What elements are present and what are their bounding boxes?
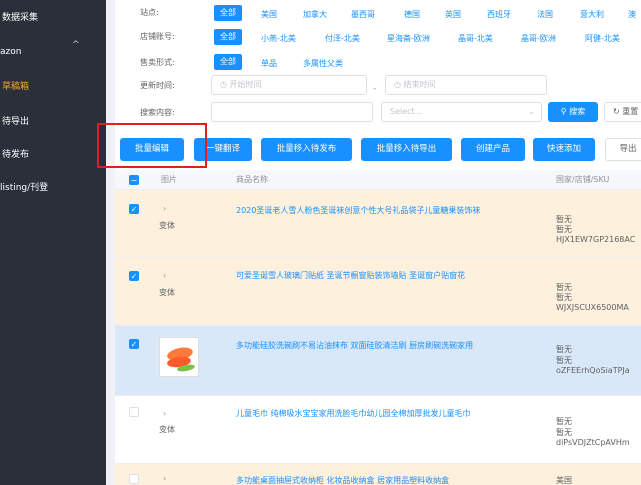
site-option[interactable]: 西班牙 — [487, 9, 511, 20]
store-option[interactable]: 小燕-北美 — [261, 33, 296, 44]
variant-label: 变体 — [159, 288, 175, 297]
site-all-tag[interactable]: 全部 — [214, 5, 242, 21]
create-product-button[interactable]: 创建产品 — [461, 138, 525, 161]
header-image: 图片 — [161, 175, 177, 184]
sale-form-option[interactable]: 单品 — [261, 58, 277, 69]
sidebar-item-data-collect[interactable]: 数据采集 — [2, 6, 38, 30]
site-option[interactable]: 德国 — [404, 9, 420, 20]
search-select-placeholder: Select... — [390, 107, 423, 116]
variant-label: 变体 — [159, 221, 175, 230]
product-name-link[interactable]: 2020圣诞老人雪人粉色圣诞袜创意个性大号礼品袋子儿童糖果装饰袜 — [236, 205, 480, 216]
site-option[interactable]: 英国 — [445, 9, 461, 20]
brush-image — [167, 347, 195, 372]
store-cell: 暂无 — [556, 428, 572, 437]
sku-cell: WJXJSCUX6500MA — [556, 303, 629, 312]
product-name-link[interactable]: 儿童毛巾 纯棉吸水宝宝家用洗脸毛巾幼儿园全棉加厚批发儿童毛巾 — [236, 408, 471, 419]
quick-add-button[interactable]: 快速添加 — [533, 138, 595, 161]
site-option[interactable]: 意大利 — [580, 9, 604, 20]
product-name-link[interactable]: 多功能桌面抽屉式收纳柜 化妆品收纳盒 居家用品塑料收纳盒 — [236, 475, 449, 485]
search-label: 搜索内容: — [140, 108, 175, 117]
chevron-right-icon[interactable]: › — [163, 409, 166, 418]
time-separator: - — [373, 84, 377, 94]
site-option[interactable]: 墨西哥 — [351, 9, 375, 20]
country-cell: 美国 — [556, 476, 572, 485]
chevron-up-icon[interactable]: ^ — [72, 40, 80, 50]
search-input[interactable] — [211, 102, 373, 122]
select-all-checkbox[interactable]: − — [129, 175, 139, 185]
sidebar-item-amazon[interactable]: azon — [0, 40, 21, 64]
product-name-link[interactable]: 多功能硅胶洗碗刷不易沾油抹布 双面硅胶清洁刷 厨房刷碗洗碗家用 — [236, 340, 473, 351]
store-label: 店铺账号: — [140, 32, 175, 41]
sale-form-option[interactable]: 多属性父类 — [303, 58, 343, 69]
table-row[interactable]: › 变体 儿童毛巾 纯棉吸水宝宝家用洗脸毛巾幼儿园全棉加厚批发儿童毛巾 暂无 暂… — [115, 396, 641, 464]
table-header: − 图片 商品名称 国家/店铺/SKU — [115, 170, 641, 190]
search-icon: ⚲ — [560, 107, 567, 116]
sku-cell: diPsVDJZtCpAVHm — [556, 438, 630, 447]
store-option[interactable]: 付泽-北美 — [325, 33, 360, 44]
refresh-icon: ↻ — [613, 107, 620, 116]
site-option[interactable]: 澳 — [628, 9, 636, 20]
content-gutter — [106, 0, 115, 485]
search-button-label: 搜索 — [569, 107, 586, 116]
chevron-right-icon[interactable]: › — [163, 204, 166, 213]
store-option[interactable]: 星海斋-欧洲 — [387, 33, 430, 44]
store-option[interactable]: 晶哥-北美 — [458, 33, 493, 44]
store-cell: 暂无 — [556, 293, 572, 302]
table-row[interactable]: ✓ 多功能硅胶洗碗刷不易沾油抹布 双面硅胶清洁刷 厨房刷碗洗碗家用 暂无 暂无 … — [115, 326, 641, 396]
batch-move-to-publish-button[interactable]: 批量移入待发布 — [261, 138, 352, 161]
product-thumbnail[interactable] — [159, 337, 199, 377]
sku-cell: oZFEErhQoSiaTPJa — [556, 366, 630, 375]
sidebar-item-pending-publish[interactable]: 待发布 — [2, 143, 29, 167]
highlight-box — [97, 123, 207, 168]
country-cell: 暂无 — [556, 417, 572, 426]
reset-button[interactable]: ↻ 重置 — [604, 102, 641, 122]
batch-move-to-export-button[interactable]: 批量移入待导出 — [361, 138, 452, 161]
table-row[interactable]: ✓ › 变体 2020圣诞老人雪人粉色圣诞袜创意个性大号礼品袋子儿童糖果装饰袜 … — [115, 190, 641, 258]
site-label: 站点: — [140, 8, 159, 17]
site-option[interactable]: 加拿大 — [303, 9, 327, 20]
store-cell: 暂无 — [556, 356, 572, 365]
variant-label: 变体 — [159, 425, 175, 434]
row-checkbox[interactable] — [129, 474, 139, 484]
end-time-placeholder: 结束时间 — [403, 80, 436, 89]
export-button[interactable]: 导出 — [605, 138, 641, 161]
store-cell: 暂无 — [556, 225, 572, 234]
chevron-right-icon[interactable]: › — [163, 271, 166, 280]
table-row[interactable]: › 多功能桌面抽屉式收纳柜 化妆品收纳盒 居家用品塑料收纳盒 美国 — [115, 464, 641, 485]
row-checkbox[interactable]: ✓ — [129, 339, 139, 349]
search-button[interactable]: ⚲ 搜索 — [548, 102, 598, 122]
site-option[interactable]: 美国 — [261, 9, 277, 20]
store-option[interactable]: 晶哥-欧洲 — [521, 33, 556, 44]
search-select[interactable]: Select... ⌄ — [381, 102, 542, 122]
sku-cell: HJX1EW7GP2168AC — [556, 235, 636, 244]
update-time-label: 更新时间: — [140, 81, 175, 90]
sale-form-all-tag[interactable]: 全部 — [214, 54, 242, 70]
sidebar-item-listing[interactable]: listing/刊登 — [0, 176, 48, 200]
country-cell: 暂无 — [556, 345, 572, 354]
sidebar-item-pending-export[interactable]: 待导出 — [2, 110, 29, 134]
reset-button-label: 重置 — [622, 107, 639, 116]
header-product-name: 商品名称 — [236, 175, 268, 184]
row-checkbox[interactable]: ✓ — [129, 271, 139, 281]
row-checkbox[interactable]: ✓ — [129, 204, 139, 214]
product-name-link[interactable]: 可爱圣诞雪人玻璃门贴纸 圣诞节橱窗贴装饰墙贴 圣诞窗户贴窗花 — [236, 270, 465, 281]
start-time-placeholder: 开始时间 — [229, 80, 262, 89]
start-time-input[interactable]: ◷ 开始时间 — [211, 75, 367, 95]
chevron-down-icon: ⌄ — [528, 107, 535, 116]
site-option[interactable]: 法国 — [537, 9, 553, 20]
header-country-store-sku: 国家/店铺/SKU — [556, 175, 610, 184]
chevron-right-icon[interactable]: › — [163, 474, 166, 483]
sidebar: 数据采集 azon ^ 草稿箱 待导出 待发布 listing/刊登 — [0, 0, 106, 485]
sidebar-item-drafts[interactable]: 草稿箱 — [2, 75, 29, 99]
end-time-input[interactable]: ◷ 结束时间 — [385, 75, 547, 95]
store-all-tag[interactable]: 全部 — [214, 29, 242, 45]
row-checkbox[interactable] — [129, 407, 139, 417]
sale-form-label: 售卖形式: — [140, 58, 175, 67]
store-option[interactable]: 阿健-北美 — [585, 33, 620, 44]
table-row[interactable]: ✓ › 变体 可爱圣诞雪人玻璃门贴纸 圣诞节橱窗贴装饰墙贴 圣诞窗户贴窗花 暂无… — [115, 258, 641, 326]
